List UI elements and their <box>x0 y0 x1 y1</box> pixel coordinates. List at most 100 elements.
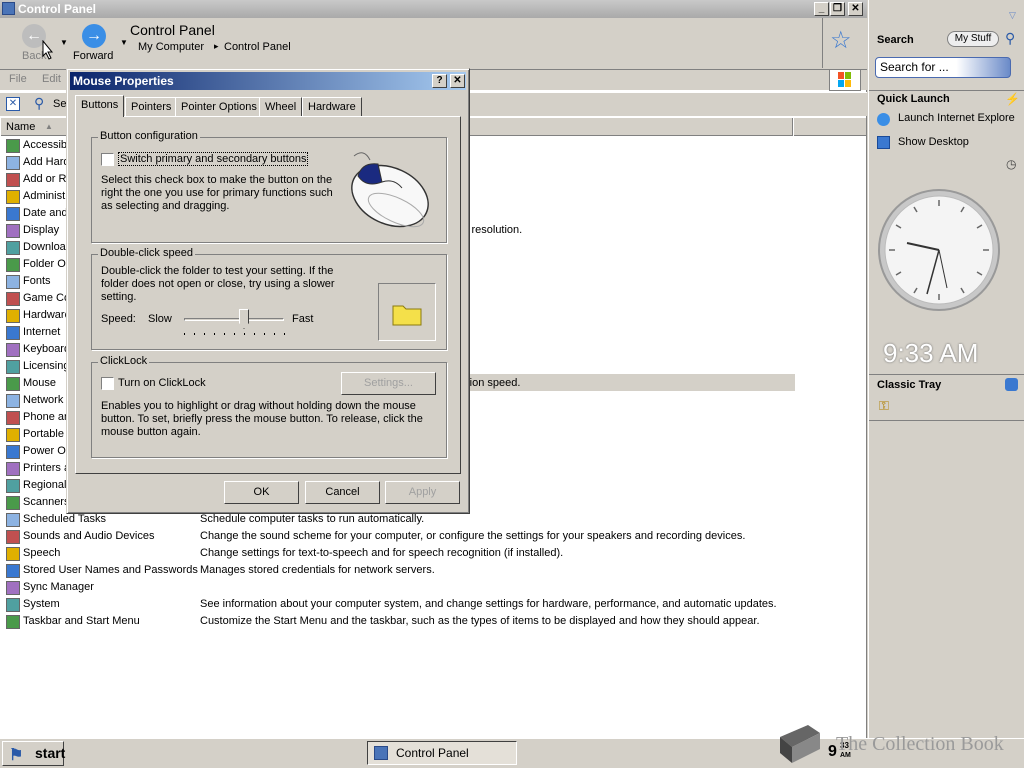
close-pane-icon[interactable]: ✕ <box>6 97 20 111</box>
apply-button[interactable]: Apply <box>385 481 460 504</box>
list-item[interactable]: Keyboard <box>6 341 70 358</box>
start-button[interactable]: ⚑ start <box>2 741 65 766</box>
forward-dropdown-icon[interactable]: ▼ <box>120 38 128 47</box>
clicklock-label: ClickLock <box>98 355 150 367</box>
list-item[interactable]: Mouse <box>6 375 56 392</box>
list-item[interactable]: Power Op <box>6 443 72 460</box>
list-item-name: Keyboard <box>23 343 71 355</box>
list-item[interactable]: Fonts <box>6 273 51 290</box>
control-panel-item-icon <box>6 155 20 170</box>
search-icon[interactable]: ⚲ <box>34 95 44 112</box>
control-panel-item-icon <box>6 342 20 357</box>
list-item[interactable]: Display <box>6 222 59 239</box>
list-item-name: Licensing <box>23 360 70 372</box>
list-item[interactable]: Add Hard <box>6 154 69 171</box>
keys-tray-icon[interactable]: ⚿ <box>879 398 889 414</box>
list-item-name: Downloa <box>23 241 66 253</box>
switch-buttons-label[interactable]: Switch primary and secondary buttons <box>118 152 309 166</box>
back-dropdown-icon[interactable]: ▼ <box>60 38 68 47</box>
clicklock-checkbox[interactable] <box>101 377 114 390</box>
list-item-name: Sync Manager <box>23 581 94 593</box>
sidebar-search-input[interactable]: Search for ... <box>875 57 1011 78</box>
menu-file[interactable]: File <box>9 73 27 85</box>
tab-pointer-options[interactable]: Pointer Options <box>175 97 263 117</box>
window-titlebar[interactable]: Control Panel _ ❐ ✕ <box>0 0 867 18</box>
list-item[interactable]: System <box>6 596 60 613</box>
breadcrumb-control-panel[interactable]: Control Panel <box>224 41 291 53</box>
speed-slider[interactable] <box>184 309 285 339</box>
list-item-description: See information about your computer syst… <box>200 598 777 610</box>
list-item[interactable]: Scanners <box>6 494 69 511</box>
clicklock-settings-button[interactable]: Settings... <box>341 372 436 395</box>
analog-clock <box>877 188 1001 312</box>
dialog-help-button[interactable]: ? <box>432 74 447 88</box>
slider-track <box>184 318 284 321</box>
column-name-label: Name <box>6 121 36 133</box>
sidebar-divider-2 <box>869 374 1024 375</box>
taskbar-control-panel[interactable]: Control Panel <box>367 741 517 765</box>
lightning-icon: ⚡ <box>1005 92 1020 106</box>
favorites-star-icon[interactable]: ☆ <box>830 26 852 55</box>
menu-edit[interactable]: Edit <box>42 73 61 85</box>
tab-pointers[interactable]: Pointers <box>125 97 178 117</box>
dialog-close-button[interactable]: ✕ <box>450 74 465 88</box>
control-panel-item-icon <box>6 546 20 561</box>
breadcrumb-my-computer[interactable]: My Computer <box>138 41 204 53</box>
clicklock-checkbox-label[interactable]: Turn on ClickLock <box>118 377 206 389</box>
tab-hardware[interactable]: Hardware <box>302 97 362 117</box>
slider-thumb[interactable] <box>239 309 249 329</box>
list-item[interactable]: Internet <box>6 324 60 341</box>
list-item[interactable]: Speech <box>6 545 60 562</box>
list-item-name: Sounds and Audio Devices <box>23 530 155 542</box>
column-header-extra[interactable] <box>793 118 867 136</box>
switch-buttons-checkbox[interactable] <box>101 153 114 166</box>
list-item-name: Add or R <box>23 173 67 185</box>
list-item[interactable]: Licensing <box>6 358 69 375</box>
forward-button[interactable]: → <box>82 24 106 48</box>
list-item-name: Accessibi <box>23 139 70 151</box>
list-item[interactable]: Stored User Names and Passwords <box>6 562 198 579</box>
mouse-illustration-icon <box>344 148 436 232</box>
list-item-name: Mouse <box>23 377 57 389</box>
list-item[interactable]: Downloa <box>6 239 66 256</box>
search-button-label[interactable]: Se <box>53 98 66 110</box>
list-item[interactable]: Accessibi <box>6 137 69 154</box>
ok-button[interactable]: OK <box>224 481 299 504</box>
cancel-button[interactable]: Cancel <box>305 481 380 504</box>
show-desktop-item[interactable]: Show Desktop <box>898 136 969 148</box>
digital-clock: 9:33 AM <box>883 338 979 368</box>
list-item[interactable]: Date and <box>6 205 68 222</box>
test-folder-area[interactable] <box>378 283 436 341</box>
restore-button[interactable]: ❐ <box>830 2 845 16</box>
list-item[interactable]: Hardware <box>6 307 71 324</box>
list-item[interactable]: Folder Op <box>6 256 72 273</box>
list-item[interactable]: Network <box>6 392 63 409</box>
list-item-name: Taskbar and Start Menu <box>23 615 140 627</box>
tab-buttons[interactable]: Buttons <box>75 95 125 117</box>
list-item[interactable]: Taskbar and Start Menu <box>6 613 140 630</box>
list-item[interactable]: Printers a <box>6 460 70 477</box>
list-item[interactable]: Phone ar <box>6 409 68 426</box>
list-item[interactable]: Game Co <box>6 290 70 307</box>
tab-wheel[interactable]: Wheel <box>259 97 303 117</box>
list-item[interactable]: Administ <box>6 188 65 205</box>
my-stuff-button[interactable]: My Stuff <box>947 31 999 47</box>
launch-ie-item[interactable]: Launch Internet Explore <box>898 112 1015 124</box>
list-item[interactable]: Add or R <box>6 171 66 188</box>
slider-tick <box>214 333 215 335</box>
control-panel-item-icon <box>6 376 20 391</box>
dialog-titlebar[interactable]: Mouse Properties ? ✕ <box>70 72 466 90</box>
control-panel-task-icon <box>374 746 388 760</box>
close-button[interactable]: ✕ <box>848 2 863 16</box>
sidebar-collapse-icon[interactable]: ▽ <box>1009 10 1016 21</box>
list-item[interactable]: Sync Manager <box>6 579 94 596</box>
control-panel-item-icon <box>6 444 20 459</box>
list-item[interactable]: Regional <box>6 477 66 494</box>
list-item[interactable]: Sounds and Audio Devices <box>6 528 154 545</box>
control-panel-item-icon <box>6 529 20 544</box>
minimize-button[interactable]: _ <box>814 2 829 16</box>
forward-label: Forward <box>73 50 114 62</box>
list-item[interactable]: Portable <box>6 426 64 443</box>
control-panel-item-icon <box>6 189 20 204</box>
sidebar-search-icon[interactable]: ⚲ <box>1005 30 1015 47</box>
